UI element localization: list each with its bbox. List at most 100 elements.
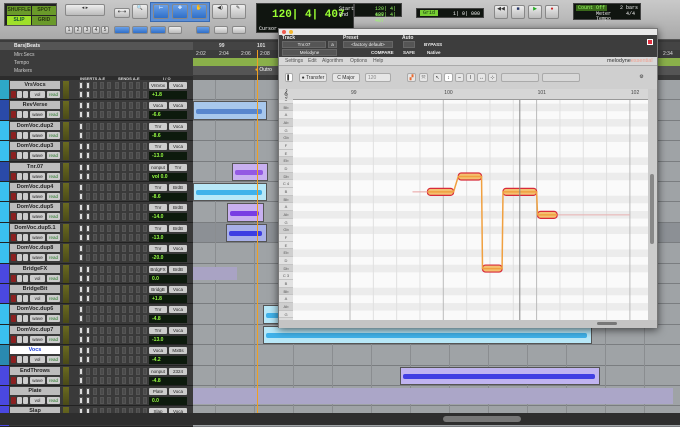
send-slot[interactable] <box>122 131 126 139</box>
menu-help[interactable]: Help <box>373 58 383 64</box>
volume-readout[interactable]: -8.6 <box>149 131 187 140</box>
formant-tool-icon[interactable]: ⎯ <box>455 73 464 82</box>
insert-slot[interactable] <box>100 274 104 282</box>
send-slot[interactable] <box>129 286 133 293</box>
insert-slot[interactable] <box>100 295 104 302</box>
volume-readout[interactable]: vol 0.0 <box>149 172 187 181</box>
insert-slot[interactable] <box>79 286 83 293</box>
send-slot[interactable] <box>143 245 147 253</box>
track-name[interactable]: DomVoc.dup4 <box>10 183 60 191</box>
send-slot[interactable] <box>115 315 119 323</box>
insert-slot[interactable] <box>93 163 97 171</box>
insert-slot[interactable] <box>93 347 97 355</box>
insert-slot[interactable] <box>79 245 83 253</box>
send-slot[interactable] <box>143 356 147 364</box>
track-name[interactable]: Tnr.07 <box>10 162 60 171</box>
output-selector[interactable]: Voca <box>169 122 187 130</box>
input-selector[interactable]: Tnr <box>149 204 167 212</box>
send-slot[interactable] <box>143 295 147 302</box>
vertical-scroll-thumb[interactable] <box>650 174 654 244</box>
send-slot[interactable] <box>115 111 119 119</box>
output-selector[interactable]: Tnr <box>169 163 187 171</box>
track-view-selector[interactable]: wave <box>30 254 45 262</box>
output-selector[interactable]: BrdB <box>169 224 187 232</box>
send-slot[interactable] <box>115 254 119 262</box>
insert-slot[interactable] <box>86 388 90 395</box>
send-slot[interactable] <box>143 111 147 119</box>
insert-slot[interactable] <box>100 388 104 395</box>
send-slot[interactable] <box>129 254 133 262</box>
selector-tool-icon[interactable]: ✥ <box>172 4 188 19</box>
send-slot[interactable] <box>122 295 126 302</box>
record-button[interactable]: ● <box>545 5 559 19</box>
insert-slot[interactable] <box>100 356 104 364</box>
solo-button[interactable] <box>17 254 22 262</box>
send-slot[interactable] <box>136 367 140 375</box>
sidebar-toggle-icon[interactable]: ▌ <box>285 73 293 82</box>
insert-slot[interactable] <box>93 143 97 151</box>
send-slot[interactable] <box>143 315 147 323</box>
track-name[interactable]: Vocs <box>10 346 60 355</box>
send-slot[interactable] <box>122 254 126 262</box>
solo-button[interactable] <box>17 376 22 384</box>
track-name[interactable]: DomVoc.dup7 <box>10 325 60 334</box>
insert-slot[interactable] <box>86 245 90 253</box>
insert-slot[interactable] <box>100 91 104 98</box>
send-slot[interactable] <box>122 143 126 151</box>
send-slot[interactable] <box>129 397 133 404</box>
track-name[interactable]: RevVerse <box>10 101 60 110</box>
insert-slot[interactable] <box>100 102 104 110</box>
track-view-selector[interactable]: wave <box>30 172 45 180</box>
output-selector[interactable]: Voca <box>169 326 187 334</box>
automation-mode-selector[interactable]: read <box>47 131 60 139</box>
input-selector[interactable]: nonput <box>149 367 167 375</box>
end-value[interactable]: 120| 4| 407 <box>375 12 401 24</box>
insert-slot[interactable] <box>79 152 83 160</box>
solo-button[interactable] <box>17 193 22 200</box>
send-slot[interactable] <box>115 91 119 98</box>
main-counter[interactable]: 120| 4| 407 <box>272 9 345 21</box>
send-slot[interactable] <box>143 265 147 273</box>
insert-slot[interactable] <box>107 233 111 241</box>
insert-slot[interactable] <box>79 163 83 171</box>
insert-slot[interactable] <box>79 306 83 314</box>
send-slot[interactable] <box>122 91 126 98</box>
volume-readout[interactable]: 0.0 <box>149 274 187 283</box>
safe-button[interactable]: SAFE <box>403 50 415 55</box>
insert-slot[interactable] <box>93 295 97 302</box>
send-slot[interactable] <box>122 172 126 180</box>
insert-slot[interactable] <box>93 306 97 314</box>
send-slot[interactable] <box>136 306 140 314</box>
time-tool-icon[interactable]: ↔ <box>477 73 486 82</box>
send-slot[interactable] <box>143 143 147 151</box>
volume-readout[interactable]: -4.8 <box>149 376 187 385</box>
insert-slot[interactable] <box>100 286 104 293</box>
track-header[interactable]: DomVoc.dup3 wave read Tnr Voca -13.0 <box>0 141 193 162</box>
bypass-button[interactable]: BYPASS <box>424 42 442 47</box>
send-slot[interactable] <box>136 347 140 355</box>
insert-slot[interactable] <box>93 254 97 262</box>
send-slot[interactable] <box>143 184 147 191</box>
slip-mode-button[interactable]: SLIP <box>7 16 31 25</box>
insert-slot[interactable] <box>86 326 90 334</box>
send-slot[interactable] <box>143 326 147 334</box>
track-header[interactable]: DomVoc.dup2 wave read Tnr Voca -8.6 <box>0 120 193 142</box>
send-slot[interactable] <box>122 274 126 282</box>
send-slot[interactable] <box>115 306 119 314</box>
volume-readout[interactable]: +1.8 <box>149 91 187 99</box>
insert-slot[interactable] <box>100 376 104 384</box>
send-slot[interactable] <box>115 143 119 151</box>
shuffle-mode-button[interactable]: SHUFFLE <box>7 6 31 15</box>
insert-slot[interactable] <box>86 163 90 171</box>
track-header[interactable]: Tnr.07 wave read nonput Tnr vol 0.0 <box>0 161 193 182</box>
insert-slot[interactable] <box>93 388 97 395</box>
send-slot[interactable] <box>143 388 147 395</box>
send-slot[interactable] <box>136 152 140 160</box>
menu-edit[interactable]: Edit <box>308 58 317 64</box>
input-selector[interactable]: VrsVox <box>149 82 167 89</box>
track-header[interactable]: VrsVocs vol read VrsVox Voca +1.8 <box>0 80 193 101</box>
insert-slot[interactable] <box>93 152 97 160</box>
send-slot[interactable] <box>143 286 147 293</box>
send-slot[interactable] <box>115 224 119 232</box>
send-slot[interactable] <box>143 91 147 98</box>
